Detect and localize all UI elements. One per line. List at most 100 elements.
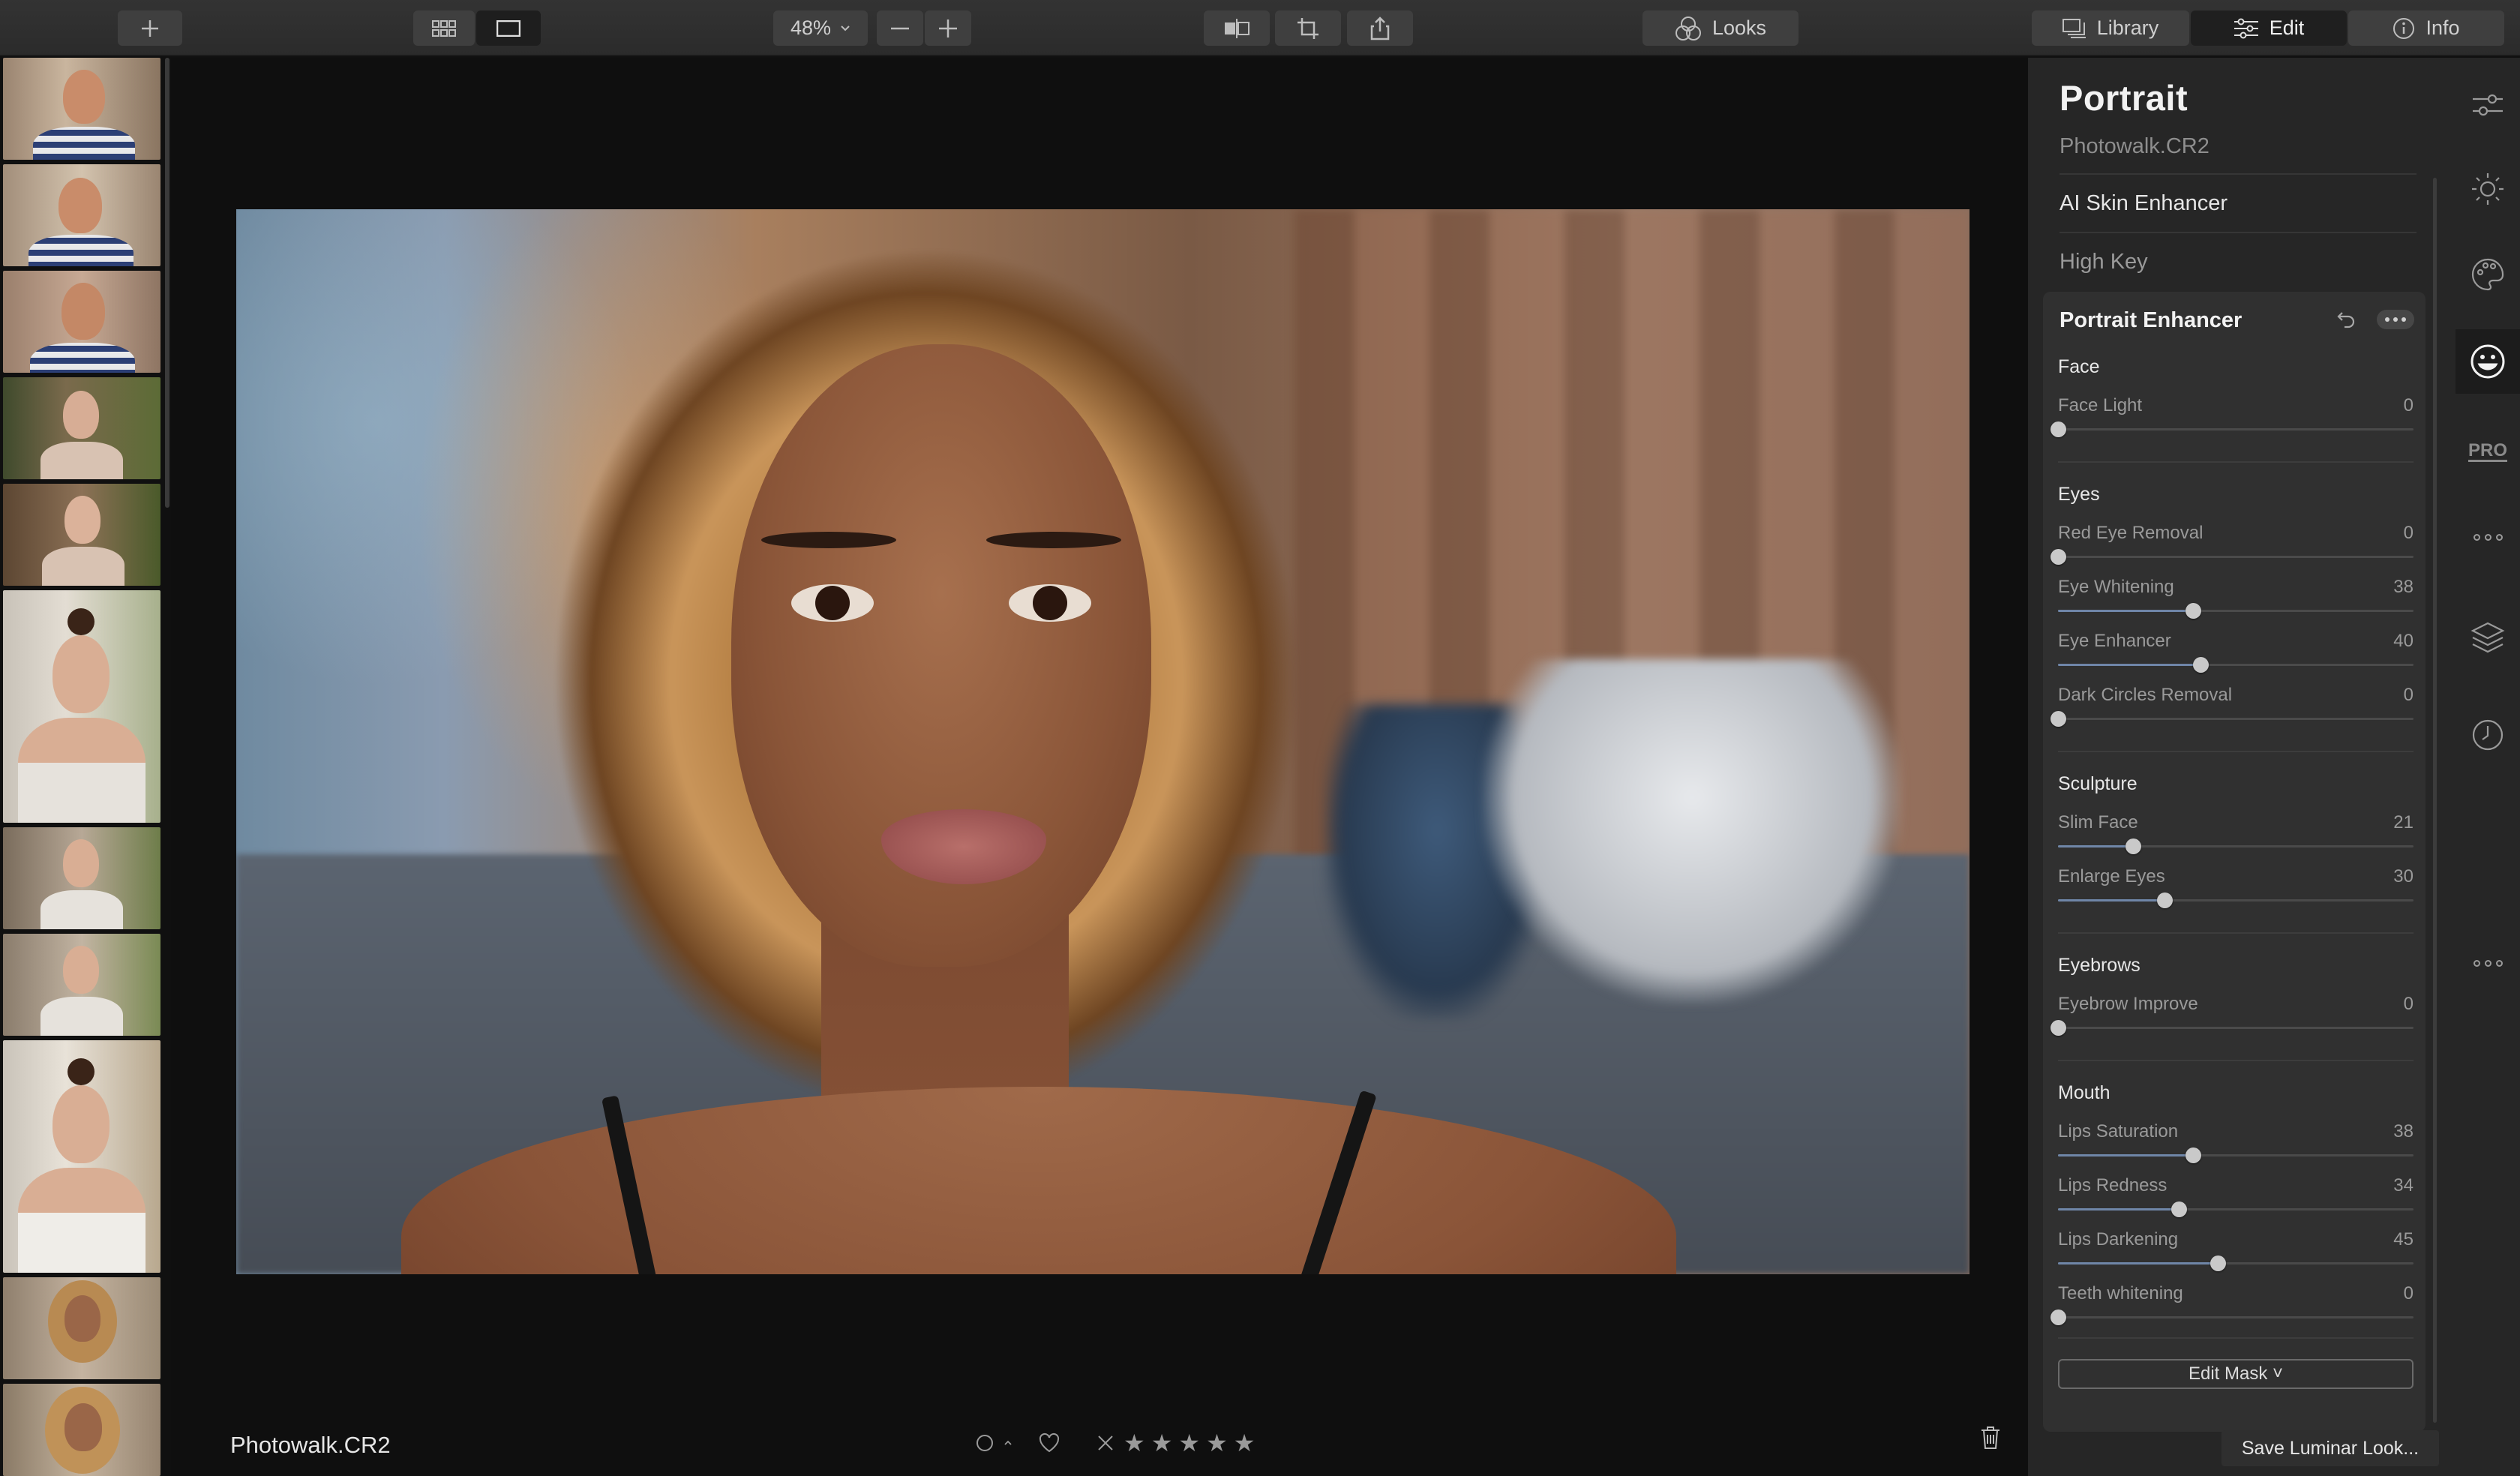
slider-value: 30	[2393, 866, 2414, 886]
tool-title[interactable]: Portrait Enhancer	[2060, 308, 2242, 333]
clock-icon	[2472, 719, 2504, 751]
slider-knob[interactable]	[2050, 1310, 2066, 1325]
looks-icon	[1675, 16, 1701, 40]
rail-more-secondary[interactable]	[2456, 931, 2520, 995]
slider-label: Red Eye Removal	[2058, 523, 2204, 543]
red-eye-removal-slider[interactable]	[2050, 549, 2414, 565]
slider-knob[interactable]	[2192, 657, 2209, 673]
thumbnail[interactable]	[3, 271, 160, 373]
slim-face-slider[interactable]	[2058, 838, 2414, 854]
star-icon[interactable]: ★	[1178, 1429, 1200, 1457]
edit-label: Edit	[2269, 16, 2305, 39]
more-options-button[interactable]	[2377, 310, 2414, 329]
zoom-select[interactable]: 48%	[773, 10, 868, 46]
slider-knob[interactable]	[2050, 422, 2066, 437]
thumbnail[interactable]	[3, 590, 160, 823]
slider-knob[interactable]	[2186, 603, 2202, 619]
slider-knob[interactable]	[2171, 1202, 2188, 1217]
eye-whitening-slider[interactable]	[2058, 603, 2414, 619]
add-button[interactable]	[118, 10, 182, 46]
tab-library[interactable]: Library	[2032, 10, 2189, 46]
single-view-button[interactable]	[476, 10, 541, 46]
grid-view-button[interactable]	[413, 10, 475, 46]
slider-knob[interactable]	[2050, 549, 2066, 565]
section-mouth-title: Mouth	[2058, 1082, 2110, 1103]
star-icon[interactable]: ★	[1151, 1429, 1173, 1457]
face-light-slider[interactable]	[2050, 422, 2414, 437]
dark-circles-removal-slider[interactable]	[2050, 711, 2414, 727]
compare-button[interactable]	[1204, 10, 1270, 46]
thumbnail[interactable]	[3, 1277, 160, 1379]
panel-scrollbar[interactable]	[2433, 178, 2437, 1423]
slider-knob[interactable]	[2210, 1256, 2227, 1271]
star-icon[interactable]: ★	[1234, 1429, 1256, 1457]
thumbnail[interactable]	[3, 484, 160, 586]
zoom-out-button[interactable]	[877, 10, 923, 46]
divider	[2060, 232, 2416, 233]
main-photo[interactable]	[236, 209, 1970, 1274]
enlarge-eyes-slider[interactable]	[2058, 892, 2414, 908]
rail-essentials[interactable]	[2456, 73, 2520, 137]
rail-light[interactable]	[2456, 157, 2520, 221]
info-label: Info	[2426, 16, 2460, 39]
undo-icon[interactable]	[2336, 308, 2358, 331]
thumbnail[interactable]	[3, 827, 160, 929]
rail-creative[interactable]	[2456, 242, 2520, 307]
divider	[2060, 173, 2416, 175]
lips-redness-slider[interactable]	[2058, 1202, 2414, 1217]
more-icon	[2473, 533, 2503, 541]
color-label-icon[interactable]	[975, 1433, 994, 1453]
slider-label: Enlarge Eyes	[2058, 866, 2165, 886]
lips-saturation-slider[interactable]	[2058, 1148, 2414, 1163]
pro-label: PRO	[2468, 440, 2507, 462]
heart-icon[interactable]	[1038, 1432, 1060, 1454]
lips-darkening-slider[interactable]	[2058, 1256, 2414, 1271]
crop-button[interactable]	[1275, 10, 1341, 46]
star-rating[interactable]: ★ ★ ★ ★ ★	[1124, 1429, 1255, 1457]
rail-portrait[interactable]	[2456, 329, 2520, 394]
slider-knob[interactable]	[2125, 838, 2141, 854]
teeth-whitening-slider[interactable]	[2050, 1310, 2414, 1325]
slider-label: Lips Darkening	[2058, 1229, 2179, 1250]
tab-edit[interactable]: Edit	[2191, 10, 2347, 46]
slider-knob[interactable]	[2050, 711, 2066, 727]
slider-knob[interactable]	[2186, 1148, 2202, 1163]
slider-label: Lips Saturation	[2058, 1121, 2179, 1142]
star-icon[interactable]: ★	[1124, 1429, 1145, 1457]
section-divider	[2058, 751, 2414, 752]
rail-more[interactable]	[2456, 505, 2520, 569]
thumbnail[interactable]	[3, 58, 160, 160]
slider-label: Eye Whitening	[2058, 577, 2174, 597]
chevron-up-icon[interactable]	[1004, 1439, 1012, 1447]
rail-pro[interactable]: PRO	[2456, 419, 2520, 484]
reject-icon[interactable]	[1096, 1434, 1114, 1452]
image-filename: Photowalk.CR2	[230, 1432, 391, 1458]
looks-button[interactable]: Looks	[1642, 10, 1798, 46]
thumbnail[interactable]	[3, 164, 160, 266]
tool-ai-skin-enhancer[interactable]: AI Skin Enhancer	[2060, 191, 2228, 216]
rail-layers[interactable]	[2456, 605, 2520, 670]
slider-value: 38	[2393, 577, 2414, 597]
rating-bar: ★ ★ ★ ★ ★	[975, 1429, 1255, 1457]
rail-history[interactable]	[2456, 703, 2520, 767]
info-icon	[2393, 17, 2415, 39]
trash-icon[interactable]	[1980, 1426, 2001, 1450]
zoom-in-button[interactable]	[925, 10, 971, 46]
edit-mask-button[interactable]: Edit Mask ˅	[2058, 1359, 2414, 1389]
eye-enhancer-slider[interactable]	[2058, 657, 2414, 673]
thumbnail[interactable]	[3, 1384, 160, 1476]
thumbnail[interactable]	[3, 1040, 160, 1273]
slider-knob[interactable]	[2050, 1020, 2066, 1036]
filmstrip-scrollbar[interactable]	[165, 58, 170, 508]
section-sculpture-title: Sculpture	[2058, 773, 2138, 794]
slider-knob[interactable]	[2157, 892, 2174, 908]
tab-info[interactable]: Info	[2348, 10, 2504, 46]
share-button[interactable]	[1347, 10, 1413, 46]
star-icon[interactable]: ★	[1206, 1429, 1228, 1457]
save-look-button[interactable]: Save Luminar Look...	[2222, 1430, 2439, 1466]
tool-high-key[interactable]: High Key	[2060, 250, 2148, 274]
section-divider	[2058, 1337, 2414, 1339]
thumbnail[interactable]	[3, 377, 160, 479]
eyebrow-improve-slider[interactable]	[2050, 1020, 2414, 1036]
thumbnail[interactable]	[3, 934, 160, 1036]
